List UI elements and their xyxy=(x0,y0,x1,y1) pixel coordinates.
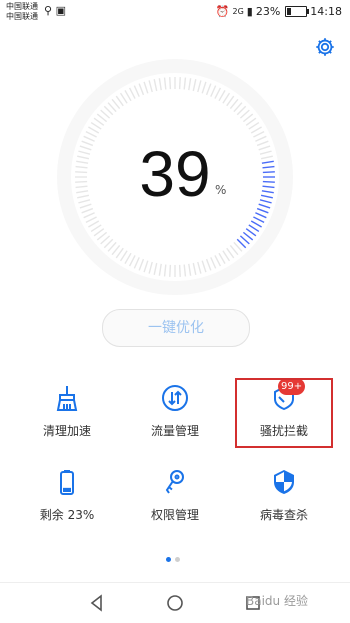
gauge-tick xyxy=(169,264,172,277)
page-dot[interactable] xyxy=(166,557,171,562)
virus-shield-icon xyxy=(274,470,294,494)
gauge-tick xyxy=(169,77,172,90)
tile-data-traffic[interactable]: 流量管理 xyxy=(120,384,230,454)
highlight-box xyxy=(235,378,333,448)
battery-icon xyxy=(285,6,310,17)
tile-label: 病毒查杀 xyxy=(259,508,308,522)
home-icon[interactable] xyxy=(163,591,187,615)
optimization-gauge: 39 % xyxy=(55,57,295,297)
battery-fill xyxy=(287,8,292,15)
status-bar: 中国联通 中国联通 ⚲ ▣ ⏰ 2G ▮ 23% 14:18 xyxy=(0,0,350,26)
carrier-labels: 中国联通 中国联通 xyxy=(6,2,38,22)
tile-battery[interactable]: 剩余 23% xyxy=(12,468,122,538)
sim-icon: ▣ xyxy=(55,4,66,17)
carrier-2: 中国联通 xyxy=(6,12,38,21)
tile-label: 清理加速 xyxy=(42,424,91,438)
score-value: 39 xyxy=(139,138,211,210)
tile-label: 权限管理 xyxy=(150,508,199,522)
gear-icon[interactable] xyxy=(314,36,336,58)
page-dot[interactable] xyxy=(175,557,180,562)
usb-icon: ⚲ xyxy=(44,4,53,17)
network-tag: 2G xyxy=(232,7,244,16)
broom-icon xyxy=(56,386,78,411)
score-unit: % xyxy=(215,183,227,197)
tile-label: 流量管理 xyxy=(150,424,199,438)
tile-cleanup[interactable]: 清理加速 xyxy=(12,384,122,454)
battery-percent: 23% xyxy=(255,5,281,18)
back-icon[interactable] xyxy=(85,591,109,615)
gauge-tick xyxy=(178,264,181,277)
status-left-icons: ⚲ ▣ xyxy=(44,4,66,17)
optimize-button[interactable]: 一键优化 xyxy=(102,309,250,347)
battery-icon xyxy=(60,470,74,495)
clock: 14:18 xyxy=(310,5,342,18)
key-icon xyxy=(165,470,184,494)
tile-label: 剩余 23% xyxy=(39,508,95,522)
tile-virus-scan[interactable]: 病毒查杀 xyxy=(229,468,339,538)
watermark: Baidu 经验 xyxy=(246,594,308,608)
tile-permissions[interactable]: 权限管理 xyxy=(120,468,230,538)
data-traffic-icon xyxy=(162,385,188,411)
alarm-icon: ⏰ xyxy=(215,5,230,18)
page-indicator xyxy=(166,557,180,562)
status-right: ⏰ 2G ▮ 23% 14:18 xyxy=(216,5,342,18)
gauge-tick xyxy=(178,77,181,90)
signal-icon: ▮ xyxy=(246,5,253,18)
carrier-1: 中国联通 xyxy=(6,2,38,11)
